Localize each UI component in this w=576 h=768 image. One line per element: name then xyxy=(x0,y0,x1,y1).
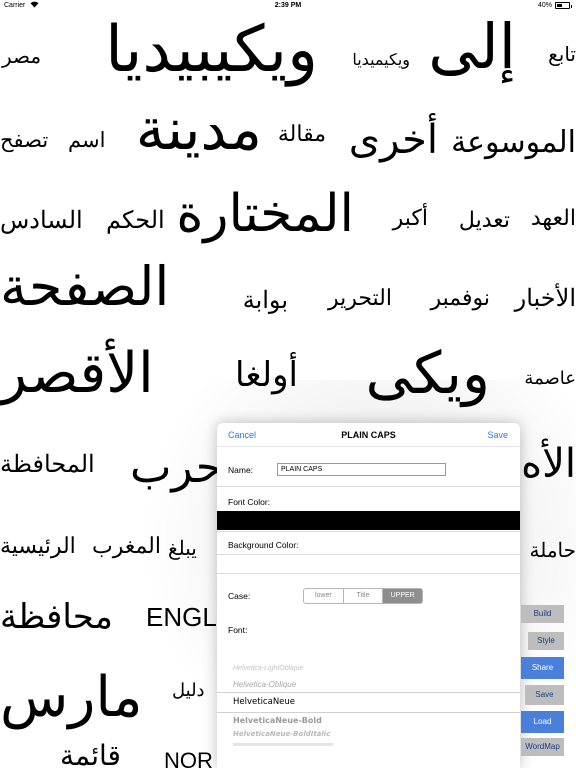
cloud-word: ويكى xyxy=(365,339,490,407)
divider xyxy=(217,554,520,555)
case-segmented-control: lower Title UPPER xyxy=(303,588,423,604)
cloud-word: تصفح xyxy=(0,128,49,152)
cloud-word: أكبر xyxy=(392,206,428,231)
cloud-word: NOR xyxy=(164,748,213,768)
cloud-word: الحكم xyxy=(106,206,165,234)
cloud-word: محافظة xyxy=(0,597,113,637)
cloud-word: تابع xyxy=(548,42,576,66)
cloud-word: نوفمبر xyxy=(430,286,490,311)
share-button[interactable]: Share xyxy=(521,657,564,679)
cloud-word: الأقصر xyxy=(0,341,154,406)
font-option-faded xyxy=(233,743,333,746)
font-color-swatch[interactable] xyxy=(217,511,520,530)
cloud-word: التحرير xyxy=(327,286,392,311)
cloud-word: بوابة xyxy=(242,286,288,314)
cloud-word: مقالة xyxy=(277,122,326,147)
panel-title: PLAIN CAPS xyxy=(341,430,396,440)
cloud-word: إلى xyxy=(428,10,516,83)
cloud-word: حاملة xyxy=(529,538,576,562)
cloud-word: الأه xyxy=(521,441,576,487)
divider xyxy=(217,486,520,487)
font-option[interactable]: Helvetica-LightOblique xyxy=(233,665,303,672)
cloud-word: يبلغ xyxy=(168,536,197,560)
cloud-word: قائمة xyxy=(60,739,121,768)
cloud-word: الأخبار xyxy=(514,284,576,312)
style-editor-panel: Cancel PLAIN CAPS Save Name: Font Color:… xyxy=(217,423,520,768)
cloud-word: الموسوعة xyxy=(451,125,576,160)
cloud-word: ويكيبيديا xyxy=(105,13,318,87)
cloud-word: اسم xyxy=(68,128,106,152)
picker-selection-top xyxy=(217,692,520,693)
save-map-button[interactable]: Save xyxy=(525,685,564,705)
cloud-word: حرب xyxy=(130,442,223,493)
background-color-label: Background Color: xyxy=(228,540,299,550)
style-button[interactable]: Style xyxy=(528,632,564,650)
background-color-swatch[interactable] xyxy=(217,554,520,573)
name-label: Name: xyxy=(228,465,254,475)
save-button[interactable]: Save xyxy=(487,430,508,440)
cloud-word: المحافظة xyxy=(0,450,95,478)
cloud-word: مصر xyxy=(2,44,42,68)
panel-nav-bar: Cancel PLAIN CAPS Save xyxy=(217,423,520,447)
font-picker[interactable]: Helvetica-LightOblique Helvetica-Oblique… xyxy=(217,645,520,768)
cloud-word: أولغا xyxy=(235,355,298,395)
case-option-upper[interactable]: UPPER xyxy=(383,589,422,603)
name-input[interactable] xyxy=(277,463,446,476)
load-button[interactable]: Load xyxy=(521,711,564,733)
font-label: Font: xyxy=(228,625,248,635)
build-button[interactable]: Build xyxy=(521,605,564,623)
font-option[interactable]: HelveticaNeue-Bold xyxy=(233,716,322,725)
font-option-selected[interactable]: HelveticaNeue xyxy=(233,697,295,707)
cloud-word: الرئيسية xyxy=(0,534,76,559)
picker-selection-bottom xyxy=(217,712,520,713)
cloud-word: ويكيميديا xyxy=(352,50,410,69)
cloud-word: تعديل xyxy=(458,208,510,233)
cloud-word: دليل xyxy=(172,680,205,701)
case-option-title[interactable]: Title xyxy=(344,589,384,603)
cloud-word: السادس xyxy=(0,206,83,234)
cloud-word: العهد xyxy=(530,206,576,231)
cloud-word: مارس xyxy=(0,665,143,730)
font-option[interactable]: Helvetica-Oblique xyxy=(233,680,296,689)
cloud-word: الصفحة xyxy=(0,255,170,318)
cloud-word: مدينة xyxy=(135,95,262,163)
divider xyxy=(217,573,520,574)
cloud-word: المختارة xyxy=(176,184,354,244)
cloud-word: المغرب xyxy=(92,534,161,559)
divider xyxy=(217,531,520,532)
cloud-word: ENGL xyxy=(146,602,217,632)
cloud-word: أخرى xyxy=(348,117,438,163)
font-option[interactable]: HelveticaNeue-BoldItalic xyxy=(233,730,330,738)
case-option-lower[interactable]: lower xyxy=(304,589,344,603)
case-label: Case: xyxy=(228,591,251,601)
wordmap-button[interactable]: WordMap xyxy=(521,738,564,756)
font-color-label: Font Color: xyxy=(228,497,271,507)
cloud-word: عاصمة xyxy=(524,368,576,389)
